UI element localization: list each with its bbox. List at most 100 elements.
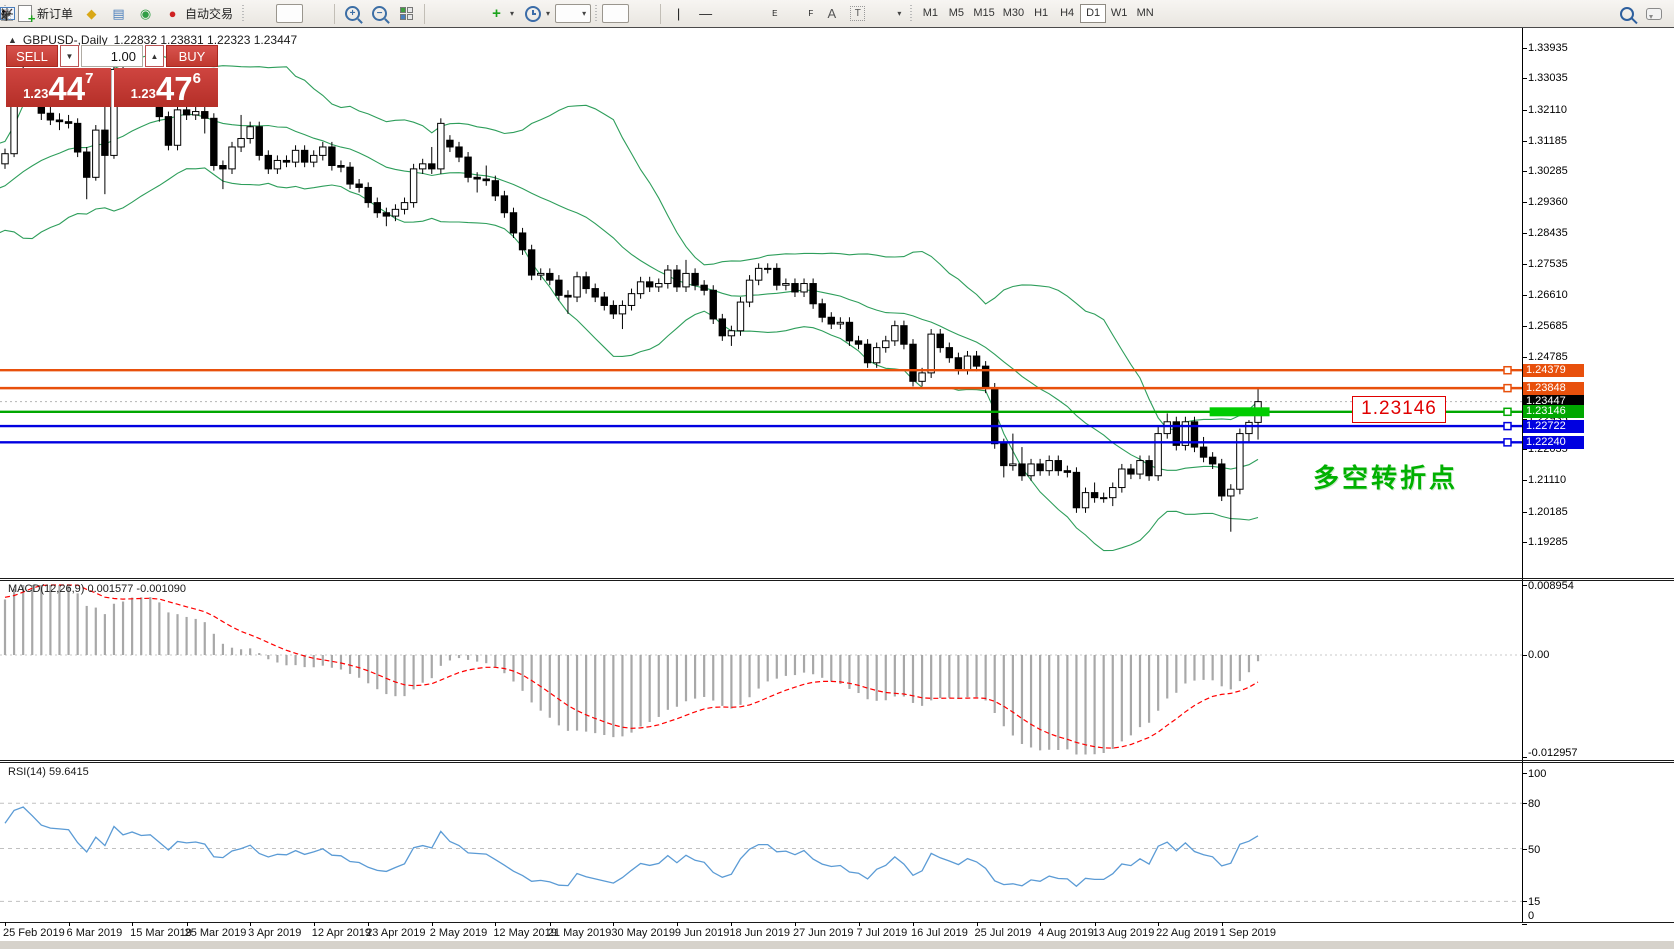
- chat-icon[interactable]: [1645, 5, 1662, 22]
- timeframe-mn[interactable]: MN: [1132, 4, 1158, 23]
- bear-candle: [992, 388, 998, 444]
- text-tool-button[interactable]: A: [818, 4, 845, 23]
- price-tick-mark: [1522, 202, 1527, 203]
- volume-increase-button[interactable]: ▲: [145, 45, 164, 67]
- candlestick-chart-button[interactable]: [276, 4, 303, 23]
- templates-button[interactable]: ▾: [555, 4, 591, 23]
- market-watch-icon: ◆: [83, 5, 100, 22]
- turning-point-note[interactable]: 多空转折点: [1313, 458, 1458, 495]
- indicators-button[interactable]: + ▾: [483, 4, 519, 23]
- timeframe-m1[interactable]: M1: [917, 4, 943, 23]
- pane-separator[interactable]: [0, 760, 1674, 761]
- macd-tick-label: -0.012957: [1528, 747, 1578, 759]
- turning-point-highlight[interactable]: [1210, 407, 1270, 416]
- bear-candle: [955, 358, 961, 370]
- rsi-pane[interactable]: [0, 763, 1522, 922]
- collapse-icon[interactable]: ▲: [8, 35, 17, 45]
- zoom-in-button[interactable]: +: [339, 4, 366, 23]
- templates-caret-icon: ▾: [582, 9, 586, 18]
- time-tick-mark: [613, 922, 614, 926]
- data-window-icon: ▤: [110, 5, 127, 22]
- time-label: 13 Aug 2019: [1093, 927, 1155, 939]
- tile-windows-button[interactable]: [393, 4, 420, 23]
- new-order-button[interactable]: + 新订单: [11, 4, 78, 23]
- volume-input[interactable]: 1.00: [81, 45, 143, 67]
- volume-decrease-button[interactable]: ▼: [60, 45, 79, 67]
- buy-price-box[interactable]: 1.23476: [114, 68, 219, 107]
- macd-pane[interactable]: [0, 581, 1522, 760]
- chart-shift-button[interactable]: [456, 4, 483, 23]
- bear-candle: [84, 152, 90, 177]
- line-handle[interactable]: [1504, 423, 1511, 430]
- toolbar-grip[interactable]: [594, 5, 599, 23]
- price-tick-mark: [1522, 512, 1527, 513]
- bear-candle: [1019, 464, 1025, 476]
- auto-trading-button[interactable]: ● 自动交易: [159, 4, 238, 23]
- timeframe-h1[interactable]: H1: [1028, 4, 1054, 23]
- timeframe-h4[interactable]: H4: [1054, 4, 1080, 23]
- bear-candle: [429, 164, 435, 169]
- trendline-tool-button[interactable]: [719, 4, 746, 23]
- time-tick-mark: [5, 922, 6, 926]
- market-watch-button[interactable]: ◆: [78, 4, 105, 23]
- bear-candle: [1001, 444, 1007, 466]
- line-handle[interactable]: [1504, 439, 1511, 446]
- channel-tool-button[interactable]: E: [746, 4, 782, 23]
- channel-letter: E: [772, 9, 777, 18]
- timeframe-m5[interactable]: M5: [943, 4, 969, 23]
- bull-candle: [746, 280, 752, 302]
- signals-button[interactable]: ◉: [132, 4, 159, 23]
- timeframe-w1[interactable]: W1: [1106, 4, 1132, 23]
- toolbar-grip[interactable]: [241, 5, 246, 23]
- bull-candle: [1082, 493, 1088, 508]
- horizontal-line-icon: —: [697, 5, 714, 22]
- periods-button[interactable]: ▾: [519, 4, 555, 23]
- shapes-tool-button[interactable]: ▾: [870, 4, 906, 23]
- line-handle[interactable]: [1504, 385, 1511, 392]
- zoom-out-button[interactable]: −: [366, 4, 393, 23]
- crosshair-tool-button[interactable]: [629, 4, 656, 23]
- time-tick-mark: [977, 922, 978, 926]
- pane-separator[interactable]: [0, 578, 1674, 579]
- bear-candle: [447, 140, 453, 147]
- buy-button[interactable]: BUY: [166, 45, 218, 67]
- bar-chart-button[interactable]: [249, 4, 276, 23]
- bear-candle: [719, 319, 725, 336]
- toolbar-grip[interactable]: [909, 5, 914, 23]
- bull-candle: [2, 154, 8, 164]
- bull-candle: [783, 284, 789, 286]
- time-tick-mark: [550, 922, 551, 926]
- timeframe-group: M1M5M15M30H1H4D1W1MN: [917, 4, 1158, 23]
- bull-candle: [1164, 422, 1170, 434]
- fibonacci-tool-button[interactable]: F: [782, 4, 818, 23]
- price-tick-mark: [1522, 326, 1527, 327]
- auto-scroll-button[interactable]: [429, 4, 456, 23]
- bear-candle: [774, 268, 780, 285]
- price-tick-label: 1.21110: [1528, 474, 1566, 486]
- price-callout-label[interactable]: 1.23146: [1352, 396, 1446, 423]
- line-chart-button[interactable]: [303, 4, 330, 23]
- label-tool-button[interactable]: T: [845, 4, 870, 23]
- horizontal-line-tool-button[interactable]: —: [692, 4, 719, 23]
- timeframe-m15[interactable]: M15: [969, 4, 998, 23]
- data-window-button[interactable]: ▤: [105, 4, 132, 23]
- time-label: 23 Apr 2019: [366, 927, 425, 939]
- bear-candle: [1219, 464, 1225, 496]
- shapes-icon: [875, 5, 892, 22]
- timeframe-m30[interactable]: M30: [999, 4, 1028, 23]
- timeframe-d1[interactable]: D1: [1080, 4, 1106, 23]
- rsi-label: RSI(14) 59.6415: [8, 766, 89, 778]
- sell-price-box[interactable]: 1.23447: [6, 68, 111, 107]
- time-tick-mark: [731, 922, 732, 926]
- bear-candle: [1146, 461, 1152, 476]
- search-icon[interactable]: [1618, 5, 1635, 22]
- bull-candle: [801, 284, 807, 292]
- sell-button[interactable]: SELL: [6, 45, 58, 67]
- vertical-line-tool-button[interactable]: |: [665, 4, 692, 23]
- bear-candle: [810, 284, 816, 304]
- rsi-line: [5, 807, 1258, 886]
- line-handle[interactable]: [1504, 408, 1511, 415]
- cursor-tool-button[interactable]: [602, 4, 629, 23]
- line-handle[interactable]: [1504, 367, 1511, 374]
- time-label: 25 Feb 2019: [3, 927, 65, 939]
